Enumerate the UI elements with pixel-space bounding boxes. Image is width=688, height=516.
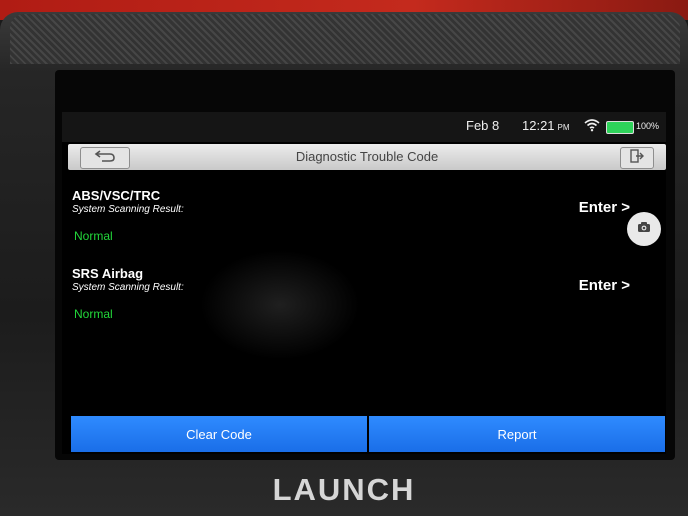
result-value: Normal: [74, 229, 113, 243]
battery-percent: 100%: [636, 121, 660, 131]
page-title: Diagnostic Trouble Code: [295, 149, 439, 164]
system-item-abs-vsc-trc[interactable]: ABS/VSC/TRC System Scanning Result: Norm…: [72, 188, 632, 258]
report-button[interactable]: Report: [369, 416, 665, 452]
status-time-value: 12:21: [522, 118, 555, 133]
screenshot-button[interactable]: [627, 212, 661, 246]
title-bar: Diagnostic Trouble Code: [68, 144, 666, 170]
camera-icon: [637, 220, 651, 238]
enter-button[interactable]: Enter >: [579, 199, 630, 216]
result-label: System Scanning Result:: [72, 204, 184, 215]
wifi-icon: [584, 118, 600, 135]
clear-code-button[interactable]: Clear Code: [71, 416, 367, 452]
enter-button[interactable]: Enter >: [579, 277, 630, 294]
result-value: Normal: [74, 307, 113, 321]
status-bar: Feb 8 12:21 PM 100%: [62, 112, 666, 142]
status-date: Feb 8: [466, 118, 500, 133]
system-item-srs-airbag[interactable]: SRS Airbag System Scanning Result: Norma…: [72, 266, 632, 336]
device-grip-texture: [10, 14, 680, 64]
system-name: SRS Airbag: [72, 266, 144, 281]
system-name: ABS/VSC/TRC: [72, 188, 161, 203]
status-ampm: PM: [557, 123, 570, 132]
bottom-action-bar: Clear Code Report: [71, 416, 665, 452]
app-window: Feb 8 12:21 PM 100% Diagnostic Trouble Co…: [62, 112, 666, 454]
exit-icon: [629, 148, 645, 168]
battery-icon: [606, 121, 634, 134]
result-label: System Scanning Result:: [72, 282, 184, 293]
exit-button[interactable]: [620, 147, 654, 169]
status-time: 12:21 PM: [522, 118, 570, 133]
device-brand-logo: LAUNCH: [272, 472, 416, 507]
